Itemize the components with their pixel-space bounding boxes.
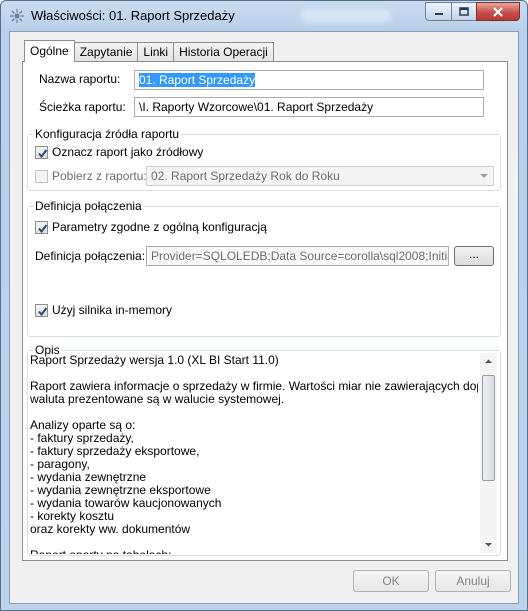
tab-operation-history[interactable]: Historia Operacji <box>173 42 274 62</box>
chevron-down-icon <box>485 543 492 547</box>
description-text: Raport Sprzedaży wersja 1.0 (XL BI Start… <box>30 354 478 554</box>
connection-group-title: Definicja połączenia <box>33 199 144 213</box>
scroll-thumb[interactable] <box>482 375 495 481</box>
report-path-input[interactable]: \I. Raporty Wzorcowe\01. Raport Sprzedaż… <box>134 97 484 117</box>
fetch-from-report-label: Pobierz z raportu: <box>52 169 147 183</box>
general-tab-panel: Nazwa raportu: 01. Raport Sprzedaży Ście… <box>22 61 508 561</box>
window-title: Właściwości: 01. Raport Sprzedaży <box>31 8 235 23</box>
description-group: Opis Raport Sprzedaży wersja 1.0 (XL BI … <box>27 343 501 556</box>
maximize-icon <box>459 7 469 16</box>
description-line: - faktury sprzedaży eksportowe, <box>30 444 200 458</box>
description-line: Raport Sprzedaży wersja 1.0 (XL BI Start… <box>30 354 279 367</box>
title-bar-glow <box>301 9 391 23</box>
maximize-button[interactable] <box>451 2 477 21</box>
checkmark-icon <box>38 149 48 159</box>
properties-window: Właściwości: 01. Raport Sprzedaży Ogólne… <box>0 0 528 611</box>
description-line: oraz korekty ww. dokumentów <box>30 522 191 536</box>
browse-connection-button[interactable]: ... <box>454 246 494 266</box>
mark-as-source-checkbox[interactable] <box>35 146 48 159</box>
close-button[interactable] <box>476 2 520 21</box>
default-params-label: Parametry zgodne z ogólną konfiguracją <box>52 220 267 234</box>
tab-query[interactable]: Zapytanie <box>73 42 139 62</box>
description-scrollbar[interactable] <box>480 353 497 553</box>
checkmark-icon <box>38 224 48 234</box>
fetch-from-report-value: 02. Raport Sprzedaży Rok do Roku <box>151 169 340 183</box>
title-bar[interactable]: Właściwości: 01. Raport Sprzedaży <box>1 1 527 31</box>
ok-button[interactable]: OK <box>353 570 429 592</box>
cancel-button[interactable]: Anuluj <box>435 570 511 592</box>
inmemory-label: Użyj silnika in-memory <box>52 303 173 317</box>
tab-strip: Ogólne Zapytanie Linki Historia Operacji <box>24 40 274 62</box>
dialog-client-area: Ogólne Zapytanie Linki Historia Operacji… <box>9 31 519 604</box>
close-icon <box>493 6 503 17</box>
connection-definition-label: Definicja połączenia: <box>35 249 146 263</box>
report-name-value: 01. Raport Sprzedaży <box>139 73 256 87</box>
scroll-up-button[interactable] <box>480 353 497 370</box>
source-config-title: Konfiguracja źródła raportu <box>33 127 182 141</box>
chevron-up-icon <box>485 359 492 363</box>
fetch-from-report-checkbox[interactable] <box>35 170 48 183</box>
source-config-group: Konfiguracja źródła raportu Oznacz rapor… <box>27 127 501 191</box>
report-path-label: Ścieżka raportu: <box>39 100 126 114</box>
description-line: Raport oparty na tabelach: <box>30 549 478 555</box>
report-name-input[interactable]: 01. Raport Sprzedaży <box>134 70 484 90</box>
fetch-from-report-select[interactable]: 02. Raport Sprzedaży Rok do Roku <box>146 166 494 186</box>
tab-links[interactable]: Linki <box>137 42 175 62</box>
scroll-down-button[interactable] <box>480 536 497 553</box>
description-textarea[interactable]: Raport Sprzedaży wersja 1.0 (XL BI Start… <box>30 354 478 554</box>
default-params-checkbox[interactable] <box>35 221 48 234</box>
minimize-icon <box>434 12 443 15</box>
minimize-button[interactable] <box>425 2 452 21</box>
checkmark-icon <box>38 307 48 317</box>
inmemory-checkbox[interactable] <box>35 304 48 317</box>
chevron-down-icon <box>480 174 488 178</box>
description-line: waluta prezentowane są w walucie systemo… <box>30 392 285 406</box>
connection-definition-input[interactable]: Provider=SQLOLEDB;Data Source=corolla\sq… <box>146 246 449 266</box>
mark-as-source-label: Oznacz raport jako źródłowy <box>52 145 204 159</box>
app-icon <box>10 9 24 23</box>
report-name-label: Nazwa raportu: <box>39 72 121 86</box>
tab-general[interactable]: Ogólne <box>24 40 75 62</box>
connection-group: Definicja połączenia Parametry zgodne z … <box>27 199 501 337</box>
